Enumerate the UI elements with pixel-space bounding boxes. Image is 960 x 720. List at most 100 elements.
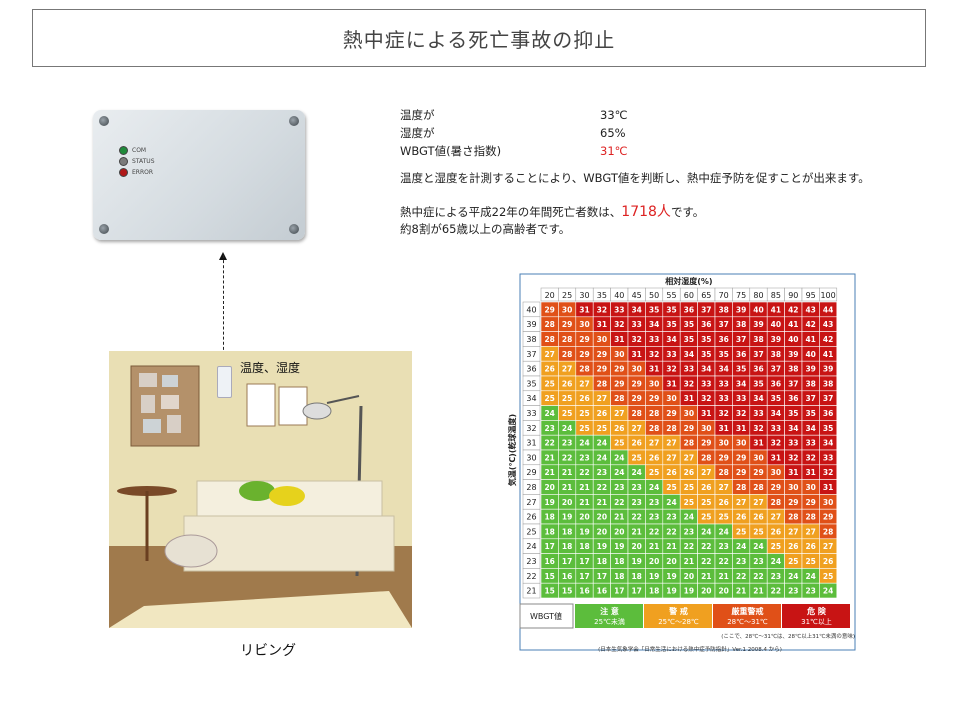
heatmap-value: 21	[544, 453, 554, 462]
heatmap-value: 20	[631, 542, 641, 551]
heatmap-value: 20	[666, 557, 676, 566]
heatmap-value: 35	[736, 365, 746, 374]
heatmap-value: 29	[736, 468, 746, 477]
heatmap-value: 23	[718, 542, 728, 551]
heatmap-value: 35	[701, 335, 711, 344]
heatmap-value: 27	[771, 513, 781, 522]
heatmap-value: 28	[562, 350, 572, 359]
column-header-label: 20	[545, 291, 555, 300]
heatmap-value: 30	[684, 409, 694, 418]
heatmap-value: 20	[579, 513, 589, 522]
heatmap-value: 20	[718, 587, 728, 596]
heatmap-value: 24	[788, 572, 798, 581]
heatmap-value: 25	[579, 424, 589, 433]
heatmap-value: 32	[771, 439, 781, 448]
column-header-label: 95	[806, 291, 816, 300]
heatmap-value: 26	[631, 439, 641, 448]
heatmap-value: 24	[805, 572, 815, 581]
led-icon	[119, 146, 128, 155]
heatmap-value: 31	[718, 424, 728, 433]
heatmap-value: 21	[631, 527, 641, 536]
heatmap-value: 25	[684, 498, 694, 507]
stat-value: 1718人	[621, 204, 671, 220]
led-label: COM	[132, 147, 147, 154]
heatmap-value: 24	[753, 542, 763, 551]
column-header-label: 35	[597, 291, 607, 300]
heatmap-value: 17	[579, 557, 589, 566]
heatmap-value: 22	[771, 587, 781, 596]
screw-icon	[289, 116, 299, 126]
heatmap-value: 29	[614, 365, 624, 374]
heatmap-value: 21	[736, 587, 746, 596]
heatmap-value: 23	[649, 498, 659, 507]
led-error: ERROR	[119, 168, 153, 177]
heatmap-value: 28	[614, 394, 624, 403]
heatmap-value: 38	[823, 379, 833, 388]
heatmap-value: 32	[823, 468, 833, 477]
column-header-label: 30	[579, 291, 589, 300]
heatmap-value: 38	[736, 320, 746, 329]
column-header-label: 25	[562, 291, 572, 300]
heatmap-value: 39	[736, 305, 746, 314]
heatmap-value: 18	[631, 572, 641, 581]
heatmap-value: 26	[684, 468, 694, 477]
heatmap-value: 28	[736, 483, 746, 492]
row-header-label: 26	[526, 513, 536, 522]
heatmap-value: 25	[788, 557, 798, 566]
heatmap-value: 27	[614, 409, 624, 418]
heatmap-value: 40	[805, 350, 815, 359]
heatmap-value: 29	[736, 453, 746, 462]
heatmap-value: 22	[562, 453, 572, 462]
heatmap-value: 29	[753, 468, 763, 477]
heatmap-value: 37	[805, 394, 815, 403]
heatmap-value: 26	[597, 409, 607, 418]
heatmap-value: 35	[805, 409, 815, 418]
heatmap-value: 26	[544, 365, 554, 374]
heatmap-value: 19	[684, 587, 694, 596]
heatmap-value: 22	[753, 572, 763, 581]
heatmap-value: 23	[753, 557, 763, 566]
heatmap-value: 36	[736, 350, 746, 359]
heatmap-value: 18	[544, 527, 554, 536]
heatmap-value: 28	[631, 409, 641, 418]
heatmap-value: 30	[753, 453, 763, 462]
heatmap-value: 19	[666, 572, 676, 581]
heatmap-value: 27	[736, 498, 746, 507]
heatmap-value: 22	[718, 557, 728, 566]
heatmap-value: 24	[649, 483, 659, 492]
heatmap-value: 31	[597, 320, 607, 329]
heatmap-value: 29	[614, 379, 624, 388]
heatmap-value: 24	[614, 468, 624, 477]
heatmap-value: 26	[805, 542, 815, 551]
wbgt-chart-svg: 相対湿度(%) 気温(℃)(乾球温度) 20 25 30 35 40 45 50 55 60 65 70…	[507, 273, 856, 653]
row-header-label: 25	[526, 527, 536, 536]
heatmap-value: 36	[771, 379, 781, 388]
heatmap-value: 34	[701, 365, 711, 374]
heatmap-value: 31	[823, 483, 833, 492]
heatmap-value: 35	[771, 394, 781, 403]
heatmap-value: 33	[631, 320, 641, 329]
heatmap-value: 33	[823, 453, 833, 462]
legend-range: 28℃～31℃	[727, 618, 768, 626]
row-header-label: 40	[526, 305, 536, 314]
heatmap-value: 19	[544, 498, 554, 507]
heatmap-value: 24	[597, 453, 607, 462]
heatmap-value: 23	[649, 513, 659, 522]
info-row: 湿度が 65%	[400, 124, 628, 142]
heatmap-value: 19	[614, 542, 624, 551]
heatmap-value: 29	[788, 498, 798, 507]
heatmap-value: 29	[823, 513, 833, 522]
led-label: ERROR	[132, 169, 154, 176]
heatmap-value: 38	[771, 350, 781, 359]
led-status: STATUS	[119, 157, 155, 166]
heatmap-value: 18	[614, 557, 624, 566]
heatmap-value: 27	[649, 439, 659, 448]
heatmap-value: 26	[614, 424, 624, 433]
heatmap-value: 21	[753, 587, 763, 596]
heatmap-value: 23	[631, 483, 641, 492]
heatmap-value: 24	[597, 439, 607, 448]
heatmap-value: 35	[753, 379, 763, 388]
heatmap-value: 24	[631, 468, 641, 477]
row-header-label: 22	[526, 572, 536, 581]
heatmap-value: 24	[684, 513, 694, 522]
